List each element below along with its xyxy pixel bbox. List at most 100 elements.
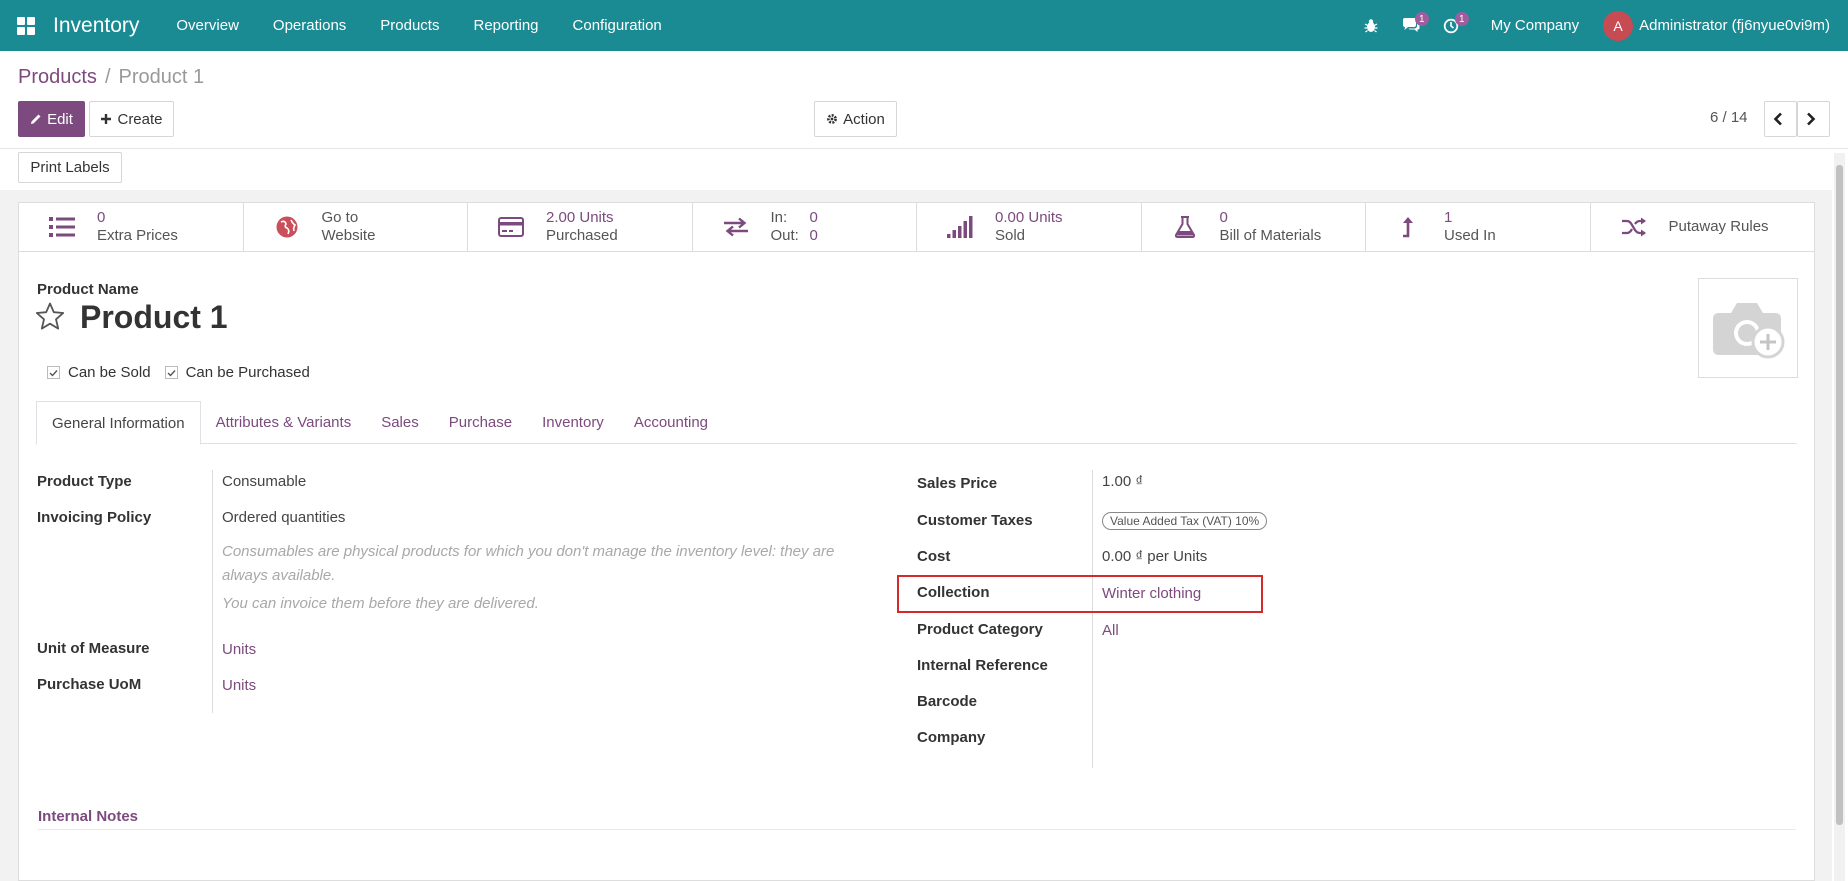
- vat-tax-tag[interactable]: Value Added Tax (VAT) 10%: [1102, 512, 1268, 530]
- can-be-sold-check-icon: [47, 366, 60, 379]
- can-be-purchased-checkbox[interactable]: Can be Purchased: [164, 364, 310, 381]
- product-type-help-text: Consumables are physical products for wh…: [222, 540, 834, 588]
- create-button[interactable]: Create: [89, 101, 174, 137]
- cost-field[interactable]: 0.00 ₫ per Units: [1102, 548, 1207, 565]
- activities-clock-icon[interactable]: 1: [1431, 0, 1471, 51]
- company-switcher[interactable]: My Company: [1471, 17, 1603, 34]
- favorite-star-icon[interactable]: [35, 302, 65, 335]
- control-panel-divider: [0, 148, 1848, 149]
- menu-configuration[interactable]: Configuration: [556, 0, 679, 51]
- tab-inventory[interactable]: Inventory: [527, 401, 619, 444]
- purchased-button[interactable]: 2.00 Units Purchased: [468, 203, 693, 251]
- gear-icon: [827, 114, 838, 124]
- tab-sales[interactable]: Sales: [366, 401, 434, 444]
- putaway-rules-button[interactable]: Putaway Rules: [1591, 203, 1815, 251]
- help-line-1: Consumables are physical products for wh…: [222, 543, 835, 560]
- product-title[interactable]: Product 1: [80, 299, 228, 336]
- pager-value[interactable]: 6 / 14: [1710, 109, 1748, 126]
- uom-field[interactable]: Units: [222, 641, 256, 658]
- pager-previous-button[interactable]: [1764, 101, 1797, 137]
- credit-card-icon: [498, 217, 524, 237]
- sold-label: Sold: [995, 227, 1026, 244]
- putaway-rules-label: Putaway Rules: [1668, 218, 1769, 235]
- globe-icon: [276, 216, 297, 238]
- internal-notes-title: Internal Notes: [38, 808, 139, 825]
- product-flags: Can be Sold Can be Purchased: [47, 364, 310, 381]
- in-value: 0: [809, 209, 818, 226]
- random-icon: [1621, 217, 1646, 237]
- edit-button[interactable]: Edit: [18, 101, 85, 137]
- extra-prices-button[interactable]: 0 Extra Prices: [19, 203, 244, 251]
- right-group-divider: [1092, 470, 1093, 768]
- messages-icon[interactable]: 1: [1391, 0, 1431, 51]
- tab-accounting[interactable]: Accounting: [619, 401, 723, 444]
- signal-icon: [947, 216, 973, 238]
- debug-bug-icon[interactable]: [1351, 0, 1391, 51]
- extra-prices-label: Extra Prices: [97, 227, 178, 244]
- purchase-uom-field[interactable]: Units: [222, 677, 256, 694]
- breadcrumb: Products / Product 1: [18, 66, 204, 89]
- invoice-help-text: You can invoice them before they are del…: [222, 595, 539, 612]
- flask-icon: [1174, 216, 1195, 238]
- notebook-tabs: General Information Attributes & Variant…: [36, 401, 1797, 445]
- used-in-button[interactable]: 1 Used In: [1366, 203, 1591, 251]
- chevron-right-icon: [1807, 112, 1816, 126]
- out-value: 0: [809, 227, 818, 244]
- menu-overview[interactable]: Overview: [159, 0, 256, 51]
- tab-general-information[interactable]: General Information: [36, 401, 201, 445]
- product-image-upload[interactable]: [1698, 278, 1798, 378]
- smart-buttons: 0 Extra Prices Go to Website 2.00 Units Pur…: [19, 203, 1814, 252]
- product-category-label: Product Category: [917, 621, 1043, 638]
- navbar-right: 1 1 My Company A Administrator (fj6nyue0…: [1351, 0, 1848, 51]
- product-type-label: Product Type: [37, 473, 132, 490]
- customer-taxes-label: Customer Taxes: [917, 512, 1033, 529]
- cost-label: Cost: [917, 548, 951, 565]
- plus-icon: [101, 114, 112, 124]
- scrollbar-thumb[interactable]: [1836, 165, 1843, 825]
- extra-prices-value: 0: [97, 209, 106, 226]
- tab-attributes-variants[interactable]: Attributes & Variants: [201, 401, 367, 444]
- pencil-icon: [31, 114, 41, 124]
- messages-badge: 1: [1414, 12, 1429, 26]
- product-type-field[interactable]: Consumable: [222, 473, 306, 490]
- invoicing-policy-field[interactable]: Ordered quantities: [222, 509, 345, 526]
- out-label: Out:: [770, 227, 799, 244]
- collection-highlight-box: [897, 575, 1263, 613]
- user-menu[interactable]: A Administrator (fj6nyue0vi9m): [1603, 10, 1830, 41]
- tab-purchase[interactable]: Purchase: [434, 401, 527, 444]
- sales-price-label: Sales Price: [917, 475, 998, 492]
- sold-button[interactable]: 0.00 Units Sold: [917, 203, 1142, 251]
- purchase-uom-label: Purchase UoM: [37, 676, 142, 693]
- bom-value: 0: [1219, 209, 1228, 226]
- purchased-value: 2.00 Units: [546, 209, 614, 226]
- can-be-purchased-label: Can be Purchased: [185, 364, 310, 381]
- can-be-sold-checkbox[interactable]: Can be Sold: [47, 364, 151, 381]
- internal-notes-separator: [38, 829, 1796, 830]
- sold-value: 0.00 Units: [995, 209, 1063, 226]
- go-to-website-button[interactable]: Go to Website: [244, 203, 468, 251]
- left-group-divider: [212, 470, 213, 713]
- in-label: In:: [770, 209, 788, 226]
- apps-menu-icon[interactable]: [17, 16, 35, 35]
- barcode-label: Barcode: [917, 693, 978, 710]
- bill-of-materials-button[interactable]: 0 Bill of Materials: [1142, 203, 1366, 251]
- breadcrumb-current: Product 1: [118, 66, 205, 88]
- app-brand[interactable]: Inventory: [53, 14, 139, 38]
- menu-products[interactable]: Products: [363, 0, 456, 51]
- menu-reporting[interactable]: Reporting: [456, 0, 555, 51]
- used-in-label: Used In: [1444, 227, 1496, 244]
- pager-next-button[interactable]: [1797, 101, 1830, 137]
- breadcrumb-products-link[interactable]: Products: [18, 66, 97, 89]
- print-labels-button[interactable]: Print Labels: [18, 152, 122, 183]
- menu-operations[interactable]: Operations: [256, 0, 363, 51]
- scrollbar[interactable]: [1834, 153, 1845, 881]
- action-button[interactable]: Action: [814, 101, 897, 137]
- in-out-button[interactable]: In: 0 Out: 0: [693, 203, 917, 251]
- exchange-icon: [723, 217, 748, 237]
- sales-price-field[interactable]: 1.00 ₫: [1102, 473, 1143, 490]
- product-category-field[interactable]: All: [1102, 622, 1119, 639]
- go-to-label: Go to: [321, 209, 359, 226]
- used-in-value: 1: [1444, 209, 1453, 226]
- list-icon: [49, 217, 75, 237]
- website-label: Website: [321, 227, 376, 244]
